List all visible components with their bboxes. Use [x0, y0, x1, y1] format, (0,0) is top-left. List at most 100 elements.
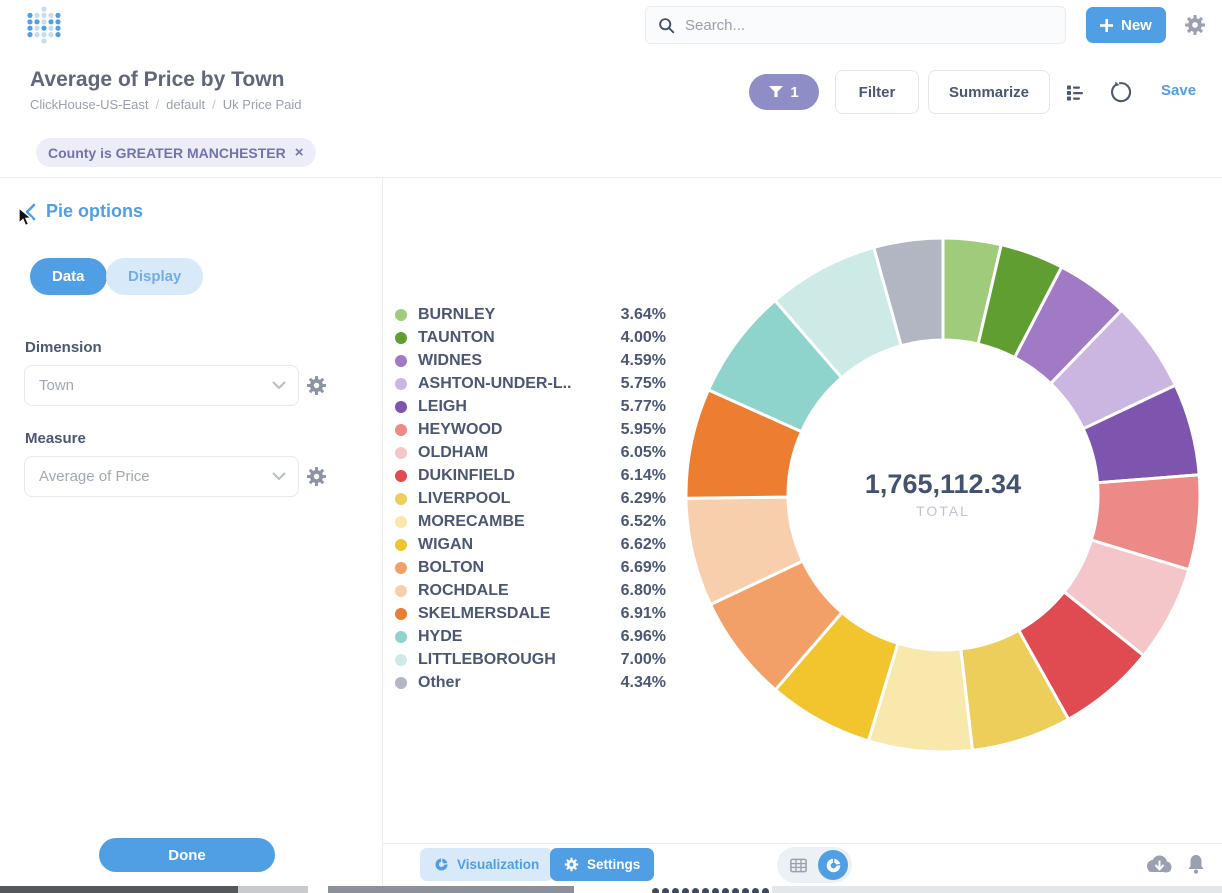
sidebar-title: Pie options	[46, 201, 143, 222]
clipped-text-dot	[692, 888, 699, 893]
legend-item[interactable]: TAUNTON4.00%	[395, 326, 666, 349]
clipped-text-dot	[762, 888, 769, 893]
clipped-text-dot	[652, 888, 659, 893]
pie-chart[interactable]: BURNLEY 3.64%TAUNTON 4.00%WIDNES 4.59%AS…	[683, 235, 1203, 755]
search-bar[interactable]	[645, 6, 1066, 44]
legend-label: BOLTON	[418, 559, 621, 577]
clipped-text-dot	[722, 888, 729, 893]
clipped-text-dot	[742, 888, 749, 893]
legend-label: MORECAMBE	[418, 513, 621, 531]
legend-percent: 4.34%	[621, 674, 666, 692]
legend-item[interactable]: ROCHDALE6.80%	[395, 579, 666, 602]
legend-label: TAUNTON	[418, 329, 621, 347]
legend-label: BURNLEY	[418, 306, 621, 324]
settings-button[interactable]: Settings	[550, 848, 654, 881]
measure-label: Measure	[25, 430, 86, 447]
legend-item[interactable]: DUKINFIELD6.14%	[395, 464, 666, 487]
legend-dot	[395, 562, 407, 574]
list-icon[interactable]	[1064, 81, 1086, 108]
legend-label: DUKINFIELD	[418, 467, 621, 485]
admin-gear-icon[interactable]	[1184, 14, 1206, 41]
chevron-down-icon	[272, 472, 286, 481]
table-view-icon[interactable]	[789, 856, 808, 875]
legend-item[interactable]: BOLTON6.69%	[395, 556, 666, 579]
breadcrumb-database[interactable]: ClickHouse-US-East	[30, 97, 148, 112]
legend-label: WIGAN	[418, 536, 621, 554]
legend-item[interactable]: SKELMERSDALE6.91%	[395, 602, 666, 625]
filter-button[interactable]: Filter	[835, 70, 919, 114]
search-input[interactable]	[685, 17, 1053, 34]
legend-item[interactable]: MORECAMBE6.52%	[395, 510, 666, 533]
clipped-text-dot	[662, 888, 669, 893]
legend-dot	[395, 401, 407, 413]
legend-label: LITTLEBOROUGH	[418, 651, 621, 669]
legend-item[interactable]: WIDNES4.59%	[395, 349, 666, 372]
dimension-gear-icon[interactable]	[306, 375, 327, 401]
bell-icon[interactable]	[1186, 853, 1206, 881]
filter-chip[interactable]: County is GREATER MANCHESTER ×	[36, 138, 316, 167]
clipped-segment	[328, 886, 574, 893]
dimension-select[interactable]: Town	[24, 365, 299, 406]
legend-percent: 6.52%	[621, 513, 666, 531]
new-button-label: New	[1121, 17, 1152, 34]
tab-data[interactable]: Data	[30, 258, 107, 295]
dimension-label: Dimension	[25, 339, 102, 356]
refresh-icon[interactable]	[1109, 81, 1131, 108]
legend-dot	[395, 378, 407, 390]
legend-percent: 6.96%	[621, 628, 666, 646]
clipped-text-dot	[752, 888, 759, 893]
legend-item[interactable]: Other4.34%	[395, 671, 666, 694]
new-button[interactable]: New	[1086, 7, 1166, 43]
view-toggle	[777, 847, 852, 883]
pie-chart-icon	[434, 857, 449, 872]
visualization-button[interactable]: Visualization	[420, 848, 553, 881]
save-button[interactable]: Save	[1161, 82, 1196, 99]
legend-item[interactable]: LEIGH5.77%	[395, 395, 666, 418]
legend-label: LIVERPOOL	[418, 490, 621, 508]
funnel-icon	[769, 86, 783, 98]
clipped-text-dot	[672, 888, 679, 893]
divider-horizontal	[0, 177, 1222, 178]
legend-item[interactable]: OLDHAM6.05%	[395, 441, 666, 464]
plus-icon	[1100, 19, 1113, 32]
breadcrumb[interactable]: ClickHouse-US-East / default / Uk Price …	[30, 97, 302, 112]
divider-sidebar	[382, 178, 383, 886]
filter-chip-label[interactable]: County is GREATER MANCHESTER	[48, 145, 286, 161]
legend-item[interactable]: ASHTON-UNDER-L..5.75%	[395, 372, 666, 395]
pie-view-icon[interactable]	[818, 850, 848, 880]
legend-percent: 6.29%	[621, 490, 666, 508]
metabase-logo[interactable]	[24, 5, 64, 45]
legend-item[interactable]: LIVERPOOL6.29%	[395, 487, 666, 510]
legend-dot	[395, 332, 407, 344]
legend-label: ASHTON-UNDER-L..	[418, 375, 621, 393]
clipped-segment	[238, 886, 308, 893]
legend-item[interactable]: HEYWOOD5.95%	[395, 418, 666, 441]
filter-chip-close-icon[interactable]: ×	[295, 144, 304, 161]
legend-percent: 4.59%	[621, 352, 666, 370]
legend-item[interactable]: LITTLEBOROUGH7.00%	[395, 648, 666, 671]
measure-value: Average of Price	[39, 468, 150, 485]
legend-label: WIDNES	[418, 352, 621, 370]
legend-percent: 3.64%	[621, 306, 666, 324]
breadcrumb-schema[interactable]: default	[166, 97, 205, 112]
clipped-text-dot	[732, 888, 739, 893]
legend-item[interactable]: WIGAN6.62%	[395, 533, 666, 556]
legend-label: Other	[418, 674, 621, 692]
tab-display[interactable]: Display	[106, 258, 203, 295]
filter-count-pill[interactable]: 1	[749, 74, 819, 110]
legend-dot	[395, 493, 407, 505]
measure-select[interactable]: Average of Price	[24, 456, 299, 497]
cloud-download-icon[interactable]	[1146, 854, 1172, 880]
summarize-button[interactable]: Summarize	[928, 70, 1050, 114]
legend-percent: 6.69%	[621, 559, 666, 577]
legend-dot	[395, 608, 407, 620]
measure-gear-icon[interactable]	[306, 466, 327, 492]
chart-legend: BURNLEY3.64%TAUNTON4.00%WIDNES4.59%ASHTO…	[395, 303, 666, 694]
legend-dot	[395, 631, 407, 643]
done-button[interactable]: Done	[99, 838, 275, 872]
legend-percent: 6.80%	[621, 582, 666, 600]
legend-item[interactable]: BURNLEY3.64%	[395, 303, 666, 326]
legend-item[interactable]: HYDE6.96%	[395, 625, 666, 648]
breadcrumb-table[interactable]: Uk Price Paid	[223, 97, 302, 112]
legend-label: HEYWOOD	[418, 421, 621, 439]
